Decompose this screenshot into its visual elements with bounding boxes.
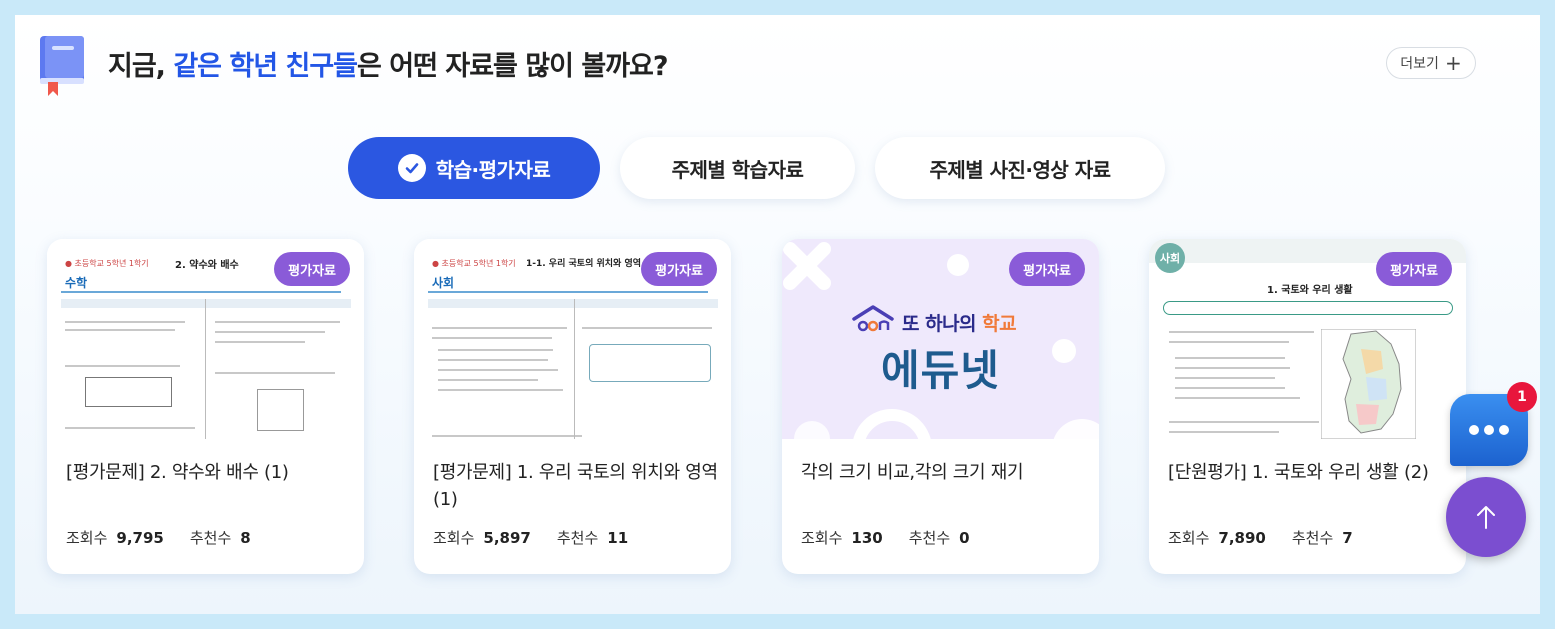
likes-label: 추천수 [189,529,232,547]
title-prefix: 지금, [108,51,174,82]
thumb-subject: 사회 [1155,243,1185,273]
thumb-tagline: 또 하나의 학교 [902,309,1017,336]
more-label: 더보기 [1400,56,1439,72]
views-label: 조회수 [801,529,843,547]
korea-map-icon [1321,329,1416,439]
thumb-unit: 1. 국토와 우리 생활 [1267,285,1353,296]
section-title: 지금, 같은 학년 친구들은 어떤 자료를 많이 볼까요? [108,44,669,83]
views-count: 5,897 [483,529,531,547]
tab-label: 학습·평가자료 [435,157,551,182]
check-icon [397,154,426,182]
title-highlight: 같은 학년 친구들 [173,51,358,82]
chat-notification-badge: 1 [1507,382,1537,412]
card-stats: 조회수 7,890 추천수 7 [1168,527,1353,548]
views-label: 조회수 [66,529,108,547]
school-logo-icon [852,305,894,332]
book-bookmark-icon [40,36,84,96]
resource-card[interactable]: 사회 1. 국토와 우리 생활 평가자료 [단원평가] 1. 국토와 우리 생활… [1149,239,1466,574]
tab-topic-learning[interactable]: 주제별 학습자료 [620,137,855,199]
card-title[interactable]: 각의 크기 비교,각의 크기 재기 [801,459,1086,486]
likes-label: 추천수 [556,529,599,547]
likes-label: 추천수 [908,529,951,547]
likes-count: 11 [607,529,629,547]
likes-count: 0 [959,529,970,547]
card-stats: 조회수 5,897 추천수 11 [433,527,628,548]
badge-assessment: 평가자료 [1009,252,1085,286]
card-stats: 조회수 130 추천수 0 [801,527,970,548]
card-title[interactable]: [단원평가] 1. 국토와 우리 생활 (2) [1168,459,1453,486]
thumb-subject: 사회 [432,276,455,290]
likes-label: 추천수 [1291,529,1334,547]
resource-card[interactable]: 또 하나의 학교 에듀넷 평가자료 각의 크기 비교,각의 크기 재기 조회수 1… [782,239,1099,574]
scroll-top-button[interactable] [1446,477,1526,557]
badge-assessment: 평가자료 [641,252,717,286]
views-label: 조회수 [433,529,475,547]
arrow-up-icon [1477,506,1495,529]
title-suffix: 은 어떤 자료를 많이 볼까요? [357,51,669,82]
views-label: 조회수 [1168,529,1210,547]
likes-count: 7 [1342,529,1353,547]
thumb-subject: 수학 [65,276,88,290]
resource-card[interactable]: ● 초등학교 5학년 1학기 1-1. 우리 국토의 위치와 영역 사회 평가자… [414,239,731,574]
card-title[interactable]: [평가문제] 2. 약수와 배수 (1) [66,459,351,486]
tagline-b: 학교 [982,313,1017,335]
thumb-brand: 에듀넷 [881,346,1000,395]
tab-topic-photo-video[interactable]: 주제별 사진·영상 자료 [875,137,1165,199]
views-count: 9,795 [116,529,164,547]
thumb-unit: 1-1. 우리 국토의 위치와 영역 [526,259,642,269]
card-stats: 조회수 9,795 추천수 8 [66,527,251,548]
resource-card[interactable]: ● 초등학교 5학년 1학기 2. 약수와 배수 수학 평가자료 [평가문제] … [47,239,364,574]
badge-assessment: 평가자료 [1376,252,1452,286]
views-count: 7,890 [1218,529,1266,547]
likes-count: 8 [240,529,251,547]
more-button[interactable]: 더보기 + [1386,47,1476,79]
tagline-a: 또 하나의 [902,313,983,335]
card-title[interactable]: [평가문제] 1. 우리 국토의 위치와 영역(1) [433,459,718,513]
thumb-unit: 2. 약수와 배수 [175,260,239,271]
views-count: 130 [851,529,883,547]
tab-label: 주제별 학습자료 [671,157,804,182]
plus-icon: + [1444,51,1462,75]
badge-assessment: 평가자료 [274,252,350,286]
tab-learning-assessment[interactable]: 학습·평가자료 [348,137,600,199]
tab-label: 주제별 사진·영상 자료 [929,157,1111,182]
